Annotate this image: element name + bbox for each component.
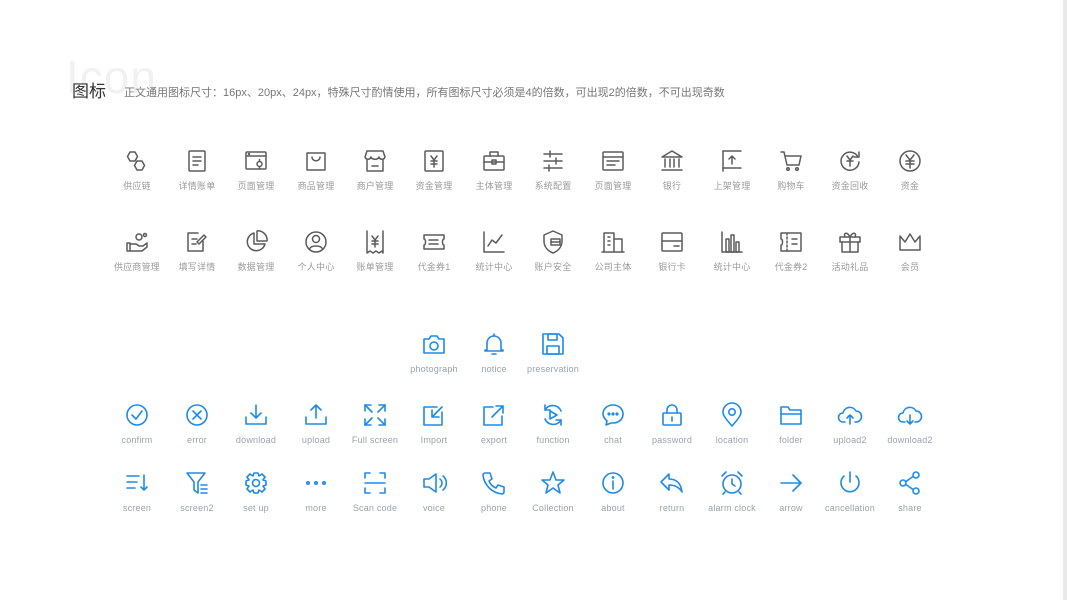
hand-coin-icon [126, 232, 148, 252]
phone-icon [482, 472, 505, 495]
icon-item-cloud-download: download2 [875, 402, 945, 446]
camera-icon [423, 335, 445, 354]
edit-form-icon [187, 232, 207, 252]
speaker-icon [423, 473, 448, 493]
store-icon [364, 150, 386, 172]
location-pin-icon [722, 402, 742, 427]
check-circle-icon [126, 404, 148, 426]
upload-icon [305, 404, 327, 425]
supply-chain-icon [126, 151, 146, 171]
crown-icon [899, 233, 921, 251]
line-chart-icon [483, 231, 505, 253]
shelf-upload-icon [722, 150, 742, 172]
briefcase-icon [483, 151, 505, 171]
star-icon [541, 471, 565, 494]
bill-detail-icon [188, 150, 206, 172]
lock-icon [662, 404, 682, 426]
import-icon [423, 406, 443, 426]
scan-icon [364, 472, 386, 494]
icon-item-floppy: preservation [518, 331, 588, 375]
user-circle-icon [305, 231, 327, 253]
page-settings-icon [245, 151, 267, 170]
gift-icon [839, 232, 861, 253]
download-icon [245, 404, 267, 425]
cloud-download-icon [897, 406, 923, 425]
x-circle-icon [186, 404, 208, 426]
icon-item-yen-circle: 资金 [875, 148, 945, 192]
shopping-bag-icon [306, 152, 326, 171]
fullscreen-icon [364, 404, 386, 426]
floppy-icon [542, 333, 564, 355]
yen-document-icon [424, 150, 444, 172]
reply-icon [660, 473, 683, 493]
gear-icon [245, 472, 267, 494]
yen-receipt-icon [366, 230, 384, 254]
more-dots-icon [305, 481, 326, 486]
icon-item-crown: 会员 [875, 229, 945, 273]
sort-list-icon [126, 474, 148, 491]
share-icon [899, 471, 920, 495]
cloud-upload-icon [837, 406, 863, 425]
building-icon [601, 232, 625, 253]
icon-label: 会员 [900, 262, 920, 272]
coupon-icon [423, 234, 445, 250]
icon-item-share: share [875, 470, 945, 514]
icon-label: download2 [887, 435, 933, 445]
icon-grid: 供应链 详情账单 页面管理 商品管理 商户管理 资金管理 主体管理 系统配置 页面管理 银行 上架管… [0, 0, 1067, 600]
folder-icon [780, 406, 802, 425]
power-icon [840, 471, 860, 493]
bell-icon [484, 333, 504, 355]
bar-chart-icon [721, 231, 743, 253]
function-icon [544, 404, 562, 426]
filter-icon [186, 472, 208, 494]
arrow-right-icon [780, 474, 802, 492]
pie-chart-icon [246, 230, 268, 252]
cart-icon [780, 151, 802, 172]
yen-refresh-icon [840, 151, 860, 171]
alarm-clock-icon [721, 471, 743, 495]
sliders-icon [543, 150, 563, 172]
chat-icon [602, 404, 624, 426]
yen-circle-icon [899, 150, 921, 172]
ticket-icon [780, 232, 802, 252]
icon-label: 资金 [900, 181, 920, 191]
info-circle-icon [602, 472, 624, 494]
bank-card-icon [661, 232, 683, 252]
browser-window-icon [602, 151, 624, 171]
icon-label: share [898, 503, 922, 513]
bank-icon [661, 150, 683, 171]
shield-card-icon [543, 230, 563, 254]
icon-label: preservation [527, 364, 579, 374]
export-icon [483, 405, 504, 426]
